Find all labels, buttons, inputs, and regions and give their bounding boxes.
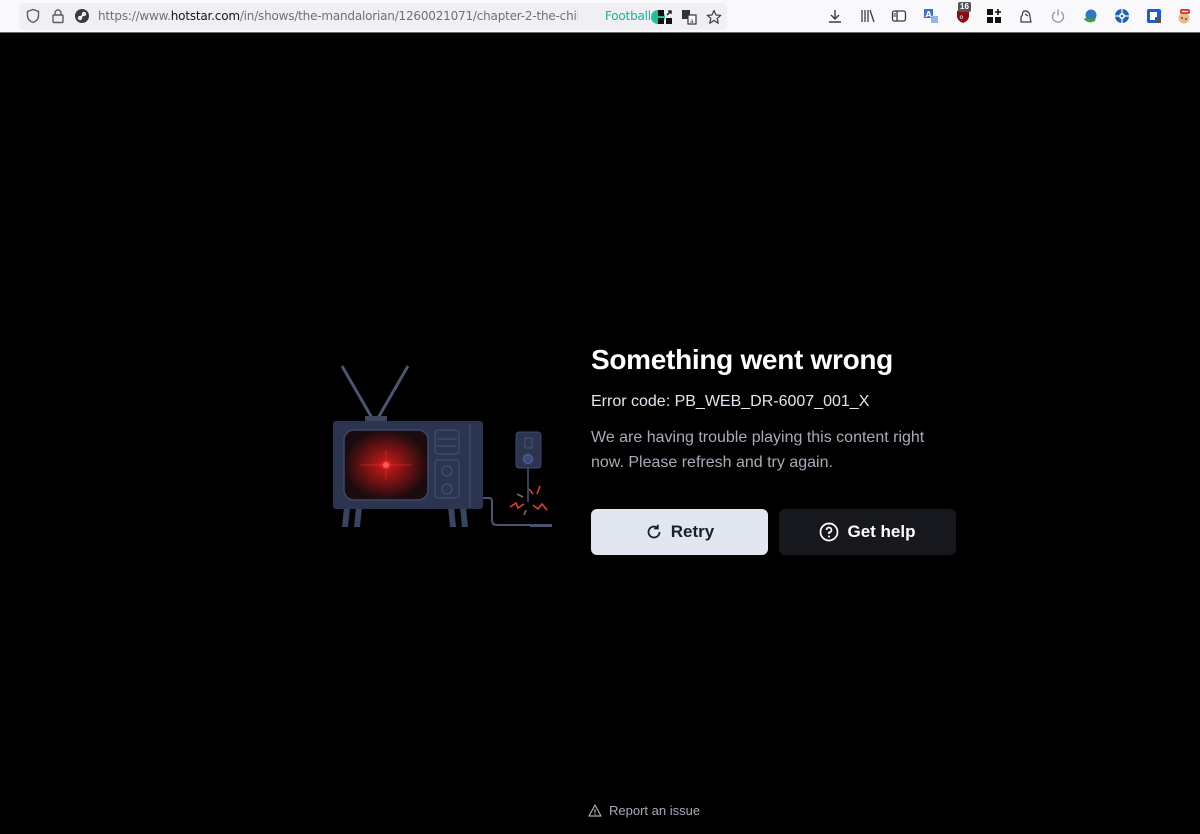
retry-button[interactable]: Retry [591, 509, 768, 555]
url-prefix: https://www. [98, 9, 171, 23]
connection-icon[interactable] [74, 8, 90, 24]
svg-text:a: a [690, 18, 694, 25]
url-domain: hotstar.com [170, 9, 240, 23]
football-extension-label[interactable]: Football [605, 9, 651, 23]
error-code: Error code: PB_WEB_DR-6007_001_X [591, 393, 870, 410]
url-fade [574, 7, 594, 26]
shield-icon[interactable] [25, 8, 41, 24]
retry-label: Retry [670, 522, 715, 541]
report-issue-link[interactable]: Report an issue [588, 803, 700, 818]
error-message: We are having trouble playing this conte… [591, 429, 925, 471]
url-text[interactable]: https://www.hotstar.com/in/shows/the-man… [98, 9, 578, 25]
tv-legs [342, 507, 468, 527]
translate-icon[interactable]: a [681, 9, 697, 25]
get-help-label: Get help [847, 522, 916, 541]
svg-text:o: o [960, 14, 964, 21]
url-bar[interactable]: https://www.hotstar.com/in/shows/the-man… [19, 3, 727, 30]
report-issue-label: Report an issue [609, 803, 701, 818]
tv-screen-glow [383, 462, 389, 468]
help-circle-icon [820, 522, 839, 542]
bitwarden-icon[interactable] [1146, 8, 1162, 24]
warning-icon [588, 804, 602, 817]
power-icon[interactable] [1050, 8, 1066, 24]
qr-code-icon[interactable] [657, 9, 673, 25]
bookmark-star-icon[interactable] [706, 9, 722, 25]
refresh-icon [647, 524, 661, 539]
get-help-button[interactable]: Get help [779, 509, 956, 555]
translate-addon-icon[interactable]: A [923, 8, 939, 24]
tv-antenna [340, 365, 410, 422]
cookie-addon-icon[interactable] [1176, 8, 1192, 24]
lock-icon[interactable] [50, 8, 66, 24]
broken-tv-illustration [333, 365, 552, 527]
error-title: Something went wrong [591, 344, 893, 375]
sidebar-icon[interactable] [891, 8, 907, 24]
tv-power-cable [483, 497, 552, 526]
ublock-badge: 16 [958, 2, 971, 12]
globe-addon-icon[interactable] [1082, 8, 1098, 24]
download-icon[interactable] [827, 8, 843, 24]
browser-toolbar: https://www.hotstar.com/in/shows/the-man… [0, 0, 1200, 33]
error-panel: Something went wrong Error code: PB_WEB_… [591, 340, 971, 475]
extensions-grid-icon[interactable] [986, 8, 1002, 24]
steering-addon-icon[interactable] [1114, 8, 1130, 24]
library-icon[interactable] [860, 8, 876, 24]
incognito-addon-icon[interactable] [1018, 8, 1034, 24]
url-path: /in/shows/the-mandalorian/1260021071/cha… [239, 9, 578, 23]
